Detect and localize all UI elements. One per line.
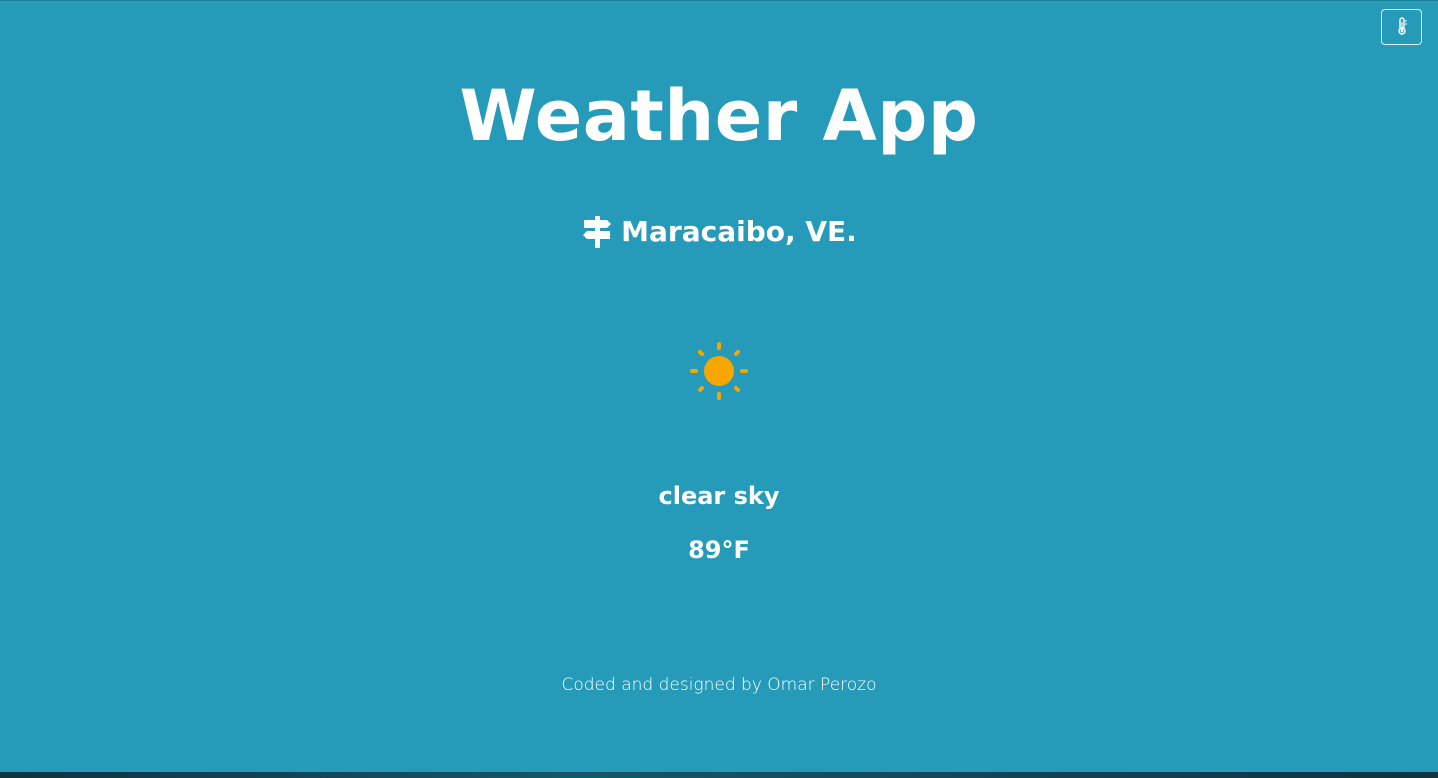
temperature-value: 89°F [688, 536, 750, 564]
top-border [0, 0, 1438, 1]
sun-icon [689, 340, 749, 400]
thermometer-icon [1396, 16, 1408, 38]
weather-description: clear sky [658, 482, 780, 510]
bottom-bar [0, 772, 1438, 778]
location-display: Maracaibo, VE. [0, 214, 1438, 248]
unit-toggle-button[interactable] [1381, 9, 1422, 45]
footer-credit: Coded and designed by Omar Perozo [561, 675, 877, 695]
signpost-icon [581, 214, 613, 248]
page-title: Weather App [459, 75, 979, 157]
location-label: Maracaibo, VE. [621, 214, 857, 248]
